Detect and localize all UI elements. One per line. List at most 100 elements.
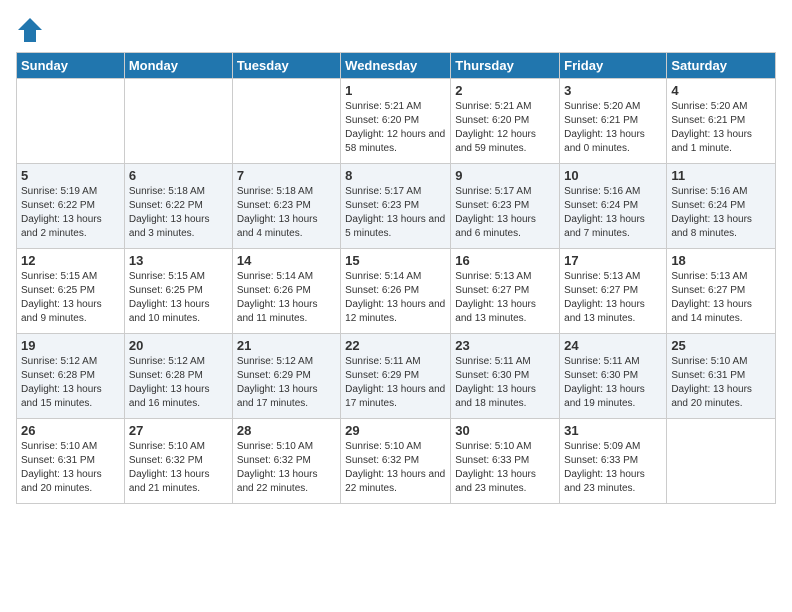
day-info: Sunrise: 5:11 AM Sunset: 6:30 PM Dayligh… [455, 355, 555, 411]
day-info: Sunrise: 5:20 AM Sunset: 6:21 PM Dayligh… [564, 100, 662, 156]
day-info: Sunrise: 5:15 AM Sunset: 6:25 PM Dayligh… [129, 270, 228, 326]
calendar-cell: 5 Sunrise: 5:19 AM Sunset: 6:22 PM Daylig… [17, 164, 125, 249]
calendar-week-1: 1 Sunrise: 5:21 AM Sunset: 6:20 PM Daylig… [17, 79, 776, 164]
calendar-week-5: 26Sunrise: 5:10 AM Sunset: 6:31 PM Dayli… [17, 419, 776, 504]
calendar-cell: 23 Sunrise: 5:11 AM Sunset: 6:30 PM Dayli… [451, 334, 560, 419]
logo-icon [16, 16, 44, 44]
weekday-header-row: SundayMondayTuesdayWednesdayThursdayFrid… [17, 53, 776, 79]
day-number: 20 [129, 338, 228, 353]
day-number: 17 [564, 253, 662, 268]
calendar-cell: 20 Sunrise: 5:12 AM Sunset: 6:28 PM Dayli… [124, 334, 232, 419]
day-number: 28 [237, 423, 336, 438]
day-info: Sunrise: 5:09 AM Sunset: 6:33 PM Dayligh… [564, 440, 662, 496]
day-number: 31 [564, 423, 662, 438]
calendar-cell [124, 79, 232, 164]
calendar-cell: 22Sunrise: 5:11 AM Sunset: 6:29 PM Dayli… [341, 334, 451, 419]
day-info: Sunrise: 5:10 AM Sunset: 6:32 PM Dayligh… [129, 440, 228, 496]
day-number: 5 [21, 168, 120, 183]
day-number: 14 [237, 253, 336, 268]
calendar-cell: 27 Sunrise: 5:10 AM Sunset: 6:32 PM Dayli… [124, 419, 232, 504]
day-number: 3 [564, 83, 662, 98]
calendar-cell: 24 Sunrise: 5:11 AM Sunset: 6:30 PM Dayli… [560, 334, 667, 419]
calendar-cell: 14 Sunrise: 5:14 AM Sunset: 6:26 PM Dayli… [232, 249, 340, 334]
calendar-cell: 19Sunrise: 5:12 AM Sunset: 6:28 PM Dayli… [17, 334, 125, 419]
calendar-cell: 25Sunrise: 5:10 AM Sunset: 6:31 PM Dayli… [667, 334, 776, 419]
day-number: 1 [345, 83, 446, 98]
calendar-cell: 6 Sunrise: 5:18 AM Sunset: 6:22 PM Daylig… [124, 164, 232, 249]
calendar-cell [232, 79, 340, 164]
weekday-header-friday: Friday [560, 53, 667, 79]
day-info: Sunrise: 5:12 AM Sunset: 6:28 PM Dayligh… [129, 355, 228, 411]
day-number: 26 [21, 423, 120, 438]
calendar-cell: 18Sunrise: 5:13 AM Sunset: 6:27 PM Dayli… [667, 249, 776, 334]
day-number: 21 [237, 338, 336, 353]
weekday-header-monday: Monday [124, 53, 232, 79]
calendar-cell: 16Sunrise: 5:13 AM Sunset: 6:27 PM Dayli… [451, 249, 560, 334]
calendar-cell: 15 Sunrise: 5:14 AM Sunset: 6:26 PM Dayli… [341, 249, 451, 334]
day-info: Sunrise: 5:16 AM Sunset: 6:24 PM Dayligh… [671, 185, 771, 241]
calendar-cell: 31 Sunrise: 5:09 AM Sunset: 6:33 PM Dayli… [560, 419, 667, 504]
day-info: Sunrise: 5:14 AM Sunset: 6:26 PM Dayligh… [345, 270, 446, 326]
day-number: 4 [671, 83, 771, 98]
weekday-header-tuesday: Tuesday [232, 53, 340, 79]
day-number: 6 [129, 168, 228, 183]
day-info: Sunrise: 5:20 AM Sunset: 6:21 PM Dayligh… [671, 100, 771, 156]
weekday-header-sunday: Sunday [17, 53, 125, 79]
day-info: Sunrise: 5:21 AM Sunset: 6:20 PM Dayligh… [345, 100, 446, 156]
day-number: 18 [671, 253, 771, 268]
day-info: Sunrise: 5:17 AM Sunset: 6:23 PM Dayligh… [345, 185, 446, 241]
day-number: 27 [129, 423, 228, 438]
calendar-cell [667, 419, 776, 504]
day-info: Sunrise: 5:21 AM Sunset: 6:20 PM Dayligh… [455, 100, 555, 156]
logo [16, 16, 48, 44]
day-number: 23 [455, 338, 555, 353]
day-info: Sunrise: 5:16 AM Sunset: 6:24 PM Dayligh… [564, 185, 662, 241]
calendar-cell: 4 Sunrise: 5:20 AM Sunset: 6:21 PM Daylig… [667, 79, 776, 164]
calendar-cell: 29 Sunrise: 5:10 AM Sunset: 6:32 PM Dayli… [341, 419, 451, 504]
day-number: 22 [345, 338, 446, 353]
day-info: Sunrise: 5:17 AM Sunset: 6:23 PM Dayligh… [455, 185, 555, 241]
calendar-cell: 9 Sunrise: 5:17 AM Sunset: 6:23 PM Daylig… [451, 164, 560, 249]
day-info: Sunrise: 5:13 AM Sunset: 6:27 PM Dayligh… [564, 270, 662, 326]
weekday-header-thursday: Thursday [451, 53, 560, 79]
day-number: 25 [671, 338, 771, 353]
day-number: 8 [345, 168, 446, 183]
calendar-cell: 3 Sunrise: 5:20 AM Sunset: 6:21 PM Daylig… [560, 79, 667, 164]
day-number: 29 [345, 423, 446, 438]
calendar-cell: 7 Sunrise: 5:18 AM Sunset: 6:23 PM Daylig… [232, 164, 340, 249]
day-info: Sunrise: 5:15 AM Sunset: 6:25 PM Dayligh… [21, 270, 120, 326]
day-number: 9 [455, 168, 555, 183]
calendar-cell: 8 Sunrise: 5:17 AM Sunset: 6:23 PM Daylig… [341, 164, 451, 249]
day-number: 11 [671, 168, 771, 183]
day-info: Sunrise: 5:19 AM Sunset: 6:22 PM Dayligh… [21, 185, 120, 241]
calendar-cell: 13 Sunrise: 5:15 AM Sunset: 6:25 PM Dayli… [124, 249, 232, 334]
day-info: Sunrise: 5:10 AM Sunset: 6:32 PM Dayligh… [345, 440, 446, 496]
calendar-cell: 10Sunrise: 5:16 AM Sunset: 6:24 PM Dayli… [560, 164, 667, 249]
day-info: Sunrise: 5:10 AM Sunset: 6:32 PM Dayligh… [237, 440, 336, 496]
calendar-cell: 26Sunrise: 5:10 AM Sunset: 6:31 PM Dayli… [17, 419, 125, 504]
calendar-week-3: 12 Sunrise: 5:15 AM Sunset: 6:25 PM Dayli… [17, 249, 776, 334]
page-header [16, 16, 776, 44]
calendar-cell: 30Sunrise: 5:10 AM Sunset: 6:33 PM Dayli… [451, 419, 560, 504]
day-number: 2 [455, 83, 555, 98]
day-info: Sunrise: 5:18 AM Sunset: 6:23 PM Dayligh… [237, 185, 336, 241]
day-number: 15 [345, 253, 446, 268]
calendar-cell: 11 Sunrise: 5:16 AM Sunset: 6:24 PM Dayli… [667, 164, 776, 249]
day-info: Sunrise: 5:14 AM Sunset: 6:26 PM Dayligh… [237, 270, 336, 326]
day-info: Sunrise: 5:18 AM Sunset: 6:22 PM Dayligh… [129, 185, 228, 241]
day-info: Sunrise: 5:11 AM Sunset: 6:30 PM Dayligh… [564, 355, 662, 411]
weekday-header-wednesday: Wednesday [341, 53, 451, 79]
calendar-cell: 28 Sunrise: 5:10 AM Sunset: 6:32 PM Dayli… [232, 419, 340, 504]
weekday-header-saturday: Saturday [667, 53, 776, 79]
calendar-table: SundayMondayTuesdayWednesdayThursdayFrid… [16, 52, 776, 504]
calendar-cell: 21Sunrise: 5:12 AM Sunset: 6:29 PM Dayli… [232, 334, 340, 419]
calendar-week-2: 5 Sunrise: 5:19 AM Sunset: 6:22 PM Daylig… [17, 164, 776, 249]
day-number: 24 [564, 338, 662, 353]
day-number: 12 [21, 253, 120, 268]
calendar-cell: 12 Sunrise: 5:15 AM Sunset: 6:25 PM Dayli… [17, 249, 125, 334]
day-number: 16 [455, 253, 555, 268]
day-number: 7 [237, 168, 336, 183]
day-info: Sunrise: 5:10 AM Sunset: 6:33 PM Dayligh… [455, 440, 555, 496]
day-number: 13 [129, 253, 228, 268]
day-info: Sunrise: 5:12 AM Sunset: 6:28 PM Dayligh… [21, 355, 120, 411]
